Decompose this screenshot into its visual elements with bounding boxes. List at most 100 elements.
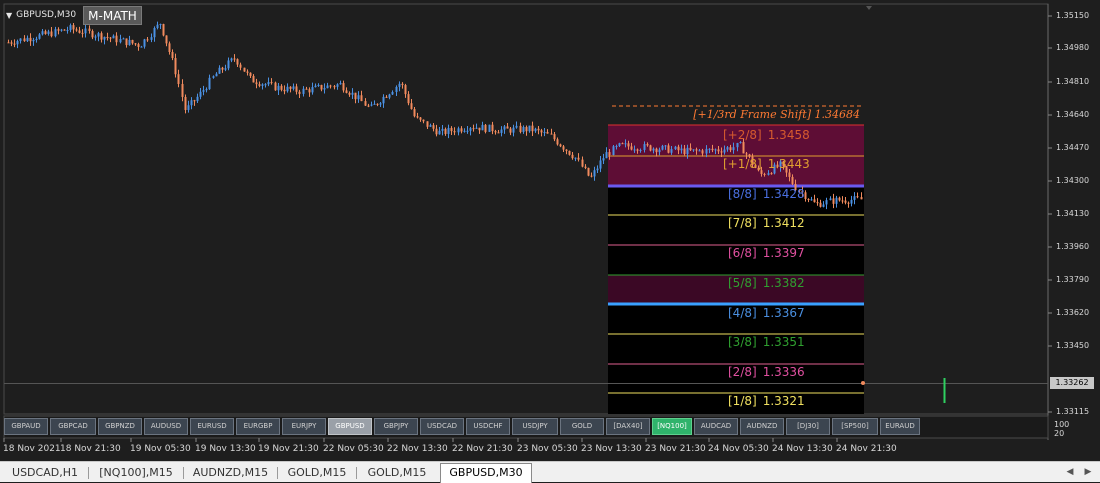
murrey-level-2: [8/8] 1.3428 <box>728 187 805 201</box>
candle-body <box>646 144 649 146</box>
candle-body <box>717 149 720 152</box>
candle-body <box>739 142 742 144</box>
candle-body <box>7 42 10 44</box>
candle-body <box>571 154 574 159</box>
candle-body <box>308 89 311 93</box>
symbol-button-gbpjpy[interactable]: GBPJPY <box>374 418 418 435</box>
candle-body <box>683 148 686 155</box>
chart-tab[interactable]: GBPUSD,M30 <box>440 463 532 483</box>
murrey-level-6: [4/8] 1.3367 <box>728 306 805 320</box>
symbol-button-usdjpy[interactable]: USDJPY <box>512 418 558 435</box>
candle-body <box>729 147 732 151</box>
symbol-button-usdcad[interactable]: USDCAD <box>420 418 464 435</box>
sub-scale-max: 100 <box>1054 420 1070 429</box>
symbol-button-gbpcad[interactable]: GBPCAD <box>50 418 96 435</box>
candle-body <box>522 127 525 132</box>
candle-body <box>398 83 401 87</box>
candle-body <box>252 75 255 83</box>
candle-body <box>26 37 29 42</box>
candle-body <box>391 91 394 95</box>
candle-body <box>847 202 850 204</box>
candle-body <box>221 67 224 70</box>
candle-body <box>236 59 239 65</box>
chart-symbol-label[interactable]: ▼ GBPUSD,M30 <box>6 8 76 22</box>
m-math-button[interactable]: M-MATH <box>83 6 142 25</box>
murrey-level-fraction: [3/8] <box>728 335 757 349</box>
chart-tab[interactable]: USDCAD,H1 <box>4 464 86 482</box>
candle-body <box>419 117 422 120</box>
price-chart[interactable] <box>0 0 1100 462</box>
symbol-button-eurjpy[interactable]: EURJPY <box>282 418 326 435</box>
symbol-button-sp500[interactable]: [SP500] <box>832 418 878 435</box>
candle-body <box>13 43 16 45</box>
candle-body <box>218 67 221 74</box>
candle-body <box>106 36 109 38</box>
time-axis-label: 23 Nov 05:30 <box>517 444 578 454</box>
chart-menu-triangle-icon[interactable]: ▼ <box>6 11 12 20</box>
candle-body <box>81 32 84 34</box>
candle-body <box>63 29 66 31</box>
time-axis-label: 24 Nov 21:30 <box>836 444 897 454</box>
symbol-button-nq100[interactable]: [NQ100] <box>652 418 692 435</box>
symbol-button-gbpusd[interactable]: GBPUSD <box>328 418 372 435</box>
candle-body <box>190 100 193 106</box>
symbol-button-dj30[interactable]: [DJ30] <box>786 418 830 435</box>
murrey-level-price: 1.3382 <box>762 276 805 290</box>
candle-body <box>153 28 156 38</box>
chart-tab[interactable]: GOLD,M15 <box>280 464 354 482</box>
candle-body <box>630 146 633 150</box>
candle-body <box>41 31 44 35</box>
candle-body <box>531 125 534 132</box>
candle-body <box>370 104 373 106</box>
time-axis-label: 22 Nov 05:30 <box>323 444 384 454</box>
symbol-button-gbpaud[interactable]: GBPAUD <box>4 418 48 435</box>
tab-separator <box>277 467 278 479</box>
murrey-level-fraction: [1/8] <box>728 394 757 408</box>
candle-body <box>612 146 615 156</box>
candle-body <box>72 25 75 30</box>
murrey-level-3: [7/8] 1.3412 <box>728 216 805 230</box>
candle-body <box>469 128 472 131</box>
candle-body <box>165 35 168 44</box>
symbol-button-eurgbp[interactable]: EURGBP <box>236 418 280 435</box>
symbol-button-dax40[interactable]: [DAX40] <box>606 418 650 435</box>
chart-window[interactable]: ▼ GBPUSD,M30 M-MATH [+1/3rd Frame Shift]… <box>0 0 1100 483</box>
symbol-button-gbpnzd[interactable]: GBPNZD <box>98 418 142 435</box>
candle-body <box>379 103 382 105</box>
candle-body <box>723 149 726 153</box>
symbol-button-usdchf[interactable]: USDCHF <box>466 418 510 435</box>
chart-tab[interactable]: GOLD,M15 <box>358 464 436 482</box>
candle-body <box>661 145 664 150</box>
candle-body <box>292 86 295 89</box>
candle-body <box>667 145 670 153</box>
candle-body <box>546 132 549 134</box>
candle-body <box>537 128 540 131</box>
symbol-button-euraud[interactable]: EURAUD <box>880 418 920 435</box>
chart-tab[interactable]: AUDNZD,M15 <box>186 464 275 482</box>
candle-body <box>57 29 60 31</box>
candle-body <box>289 86 292 89</box>
time-axis-label: 19 Nov 21:30 <box>258 444 319 454</box>
candle-body <box>388 94 391 98</box>
symbol-button-audcad[interactable]: AUDCAD <box>694 418 738 435</box>
chart-tab[interactable]: [NQ100],M15 <box>91 464 181 482</box>
candle-body <box>556 139 559 145</box>
candle-body <box>97 33 100 37</box>
tab-scroll-left-icon[interactable]: ◀ <box>1064 465 1076 479</box>
tab-scroll-right-icon[interactable]: ▶ <box>1082 465 1094 479</box>
candle-body <box>364 101 367 106</box>
symbol-button-audusd[interactable]: AUDUSD <box>144 418 188 435</box>
candle-body <box>506 126 509 129</box>
candle-body <box>270 82 273 84</box>
murrey-level-0: [+2/8] 1.3458 <box>723 128 810 142</box>
price-axis-label: 1.33115 <box>1056 407 1090 416</box>
candle-body <box>484 124 487 132</box>
candle-body <box>23 38 26 42</box>
price-axis-label: 1.34640 <box>1056 110 1090 119</box>
symbol-button-eurusd[interactable]: EURUSD <box>190 418 234 435</box>
candle-body <box>305 88 308 90</box>
symbol-button-gold[interactable]: GOLD <box>560 418 604 435</box>
candle-body <box>720 151 723 153</box>
symbol-button-audnzd[interactable]: AUDNZD <box>740 418 784 435</box>
candle-body <box>655 148 658 153</box>
